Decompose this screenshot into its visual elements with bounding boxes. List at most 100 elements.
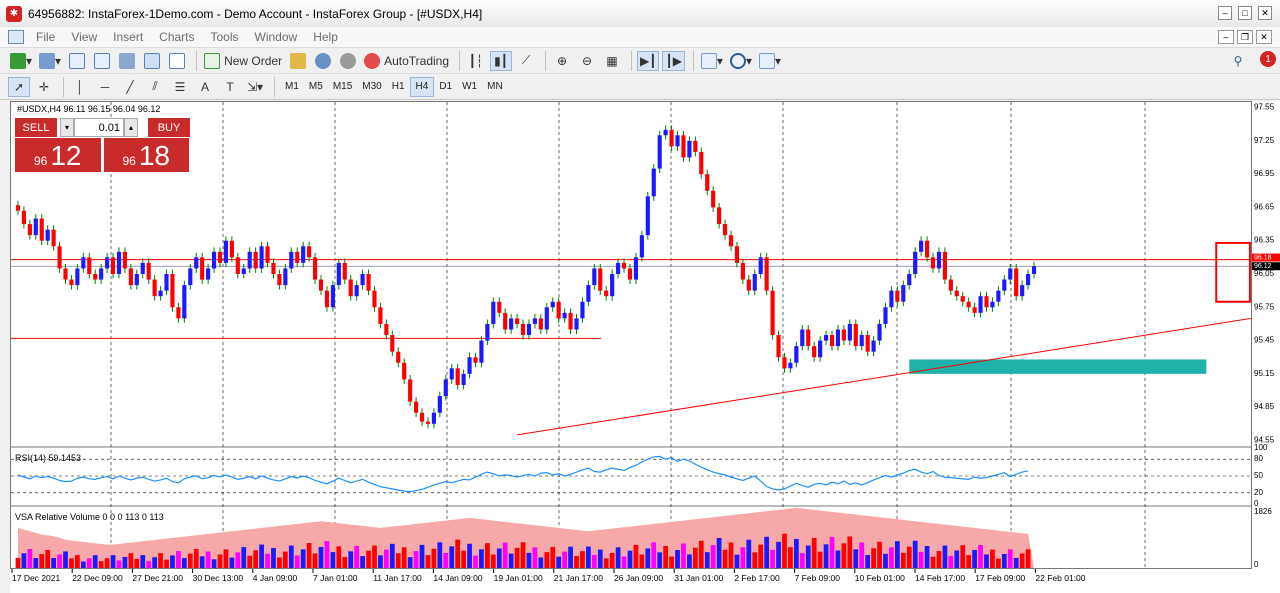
auto-scroll-icon[interactable]: ▶┃	[637, 50, 660, 71]
candle-body	[526, 323, 532, 336]
navigator-icon[interactable]	[116, 51, 138, 71]
candle-body	[687, 140, 692, 158]
volume-bar	[389, 543, 395, 568]
candle-body	[277, 274, 282, 286]
new-order-label: New Order	[224, 53, 283, 68]
menu-charts[interactable]: Charts	[151, 30, 202, 44]
volume-bar	[241, 547, 247, 568]
lot-decrease-icon[interactable]: ▾	[60, 118, 74, 137]
templates-icon[interactable]: ▾	[757, 51, 783, 71]
chart-area[interactable]: #USDX,H4 96.11 96.15 96.04 96.12 RSI(14)…	[10, 101, 1252, 569]
mdi-minimize-icon[interactable]: –	[1218, 30, 1234, 44]
candle-body	[330, 285, 335, 308]
volume-bar	[984, 554, 989, 568]
timeframe-m30[interactable]: M30	[357, 77, 386, 97]
candle-body	[550, 301, 555, 308]
bar-chart-icon[interactable]: ┃┆	[465, 51, 487, 71]
price-tick-label: 97.25	[1254, 136, 1275, 145]
strategy-tester-icon[interactable]	[166, 51, 188, 71]
volume-label: VSA Relative Volume 0 0 0 113 0 113	[15, 512, 164, 522]
buy-price-button[interactable]: 96 18	[103, 138, 189, 172]
maximize-icon[interactable]: □	[1238, 6, 1252, 20]
minimize-icon[interactable]: –	[1218, 6, 1232, 20]
timeframe-mn[interactable]: MN	[482, 77, 508, 97]
candle-body	[229, 240, 234, 258]
volume-bar	[473, 555, 478, 568]
menu-tools[interactable]: Tools	[203, 30, 247, 44]
candle-body	[936, 251, 942, 269]
zoom-out-icon[interactable]: ⊖	[576, 51, 598, 71]
text-icon[interactable]: A	[194, 77, 216, 97]
autotrading-button[interactable]: AutoTrading	[362, 51, 451, 71]
sell-button[interactable]: SELL	[15, 118, 57, 137]
volume-bar	[490, 554, 496, 568]
arrows-icon[interactable]: ⇲▾	[244, 77, 266, 97]
cursor-icon[interactable]: ➚	[8, 76, 30, 97]
timeframe-d1[interactable]: D1	[434, 77, 457, 97]
candle-body	[699, 151, 704, 175]
mdi-close-icon[interactable]: ✕	[1256, 30, 1272, 44]
metaeditor-icon[interactable]	[287, 51, 309, 71]
volume-bar	[782, 533, 787, 568]
candle-body	[538, 318, 543, 330]
vertical-line-icon[interactable]: │	[69, 77, 91, 97]
timeframe-m15[interactable]: M15	[328, 77, 357, 97]
timeframe-m5[interactable]: M5	[304, 77, 328, 97]
candle-body	[15, 205, 21, 211]
close-icon[interactable]: ✕	[1258, 6, 1272, 20]
timeframe-h1[interactable]: H1	[387, 77, 410, 97]
candle-body	[841, 329, 846, 341]
sell-price-button[interactable]: 96 12	[15, 138, 101, 172]
crosshair-icon[interactable]: ✛	[33, 77, 55, 97]
terminal-icon[interactable]	[141, 51, 163, 71]
mdi-restore-icon[interactable]: ❐	[1237, 30, 1253, 44]
zoom-in-icon[interactable]: ⊕	[551, 51, 573, 71]
menu-insert[interactable]: Insert	[105, 30, 151, 44]
candle-body	[384, 323, 389, 336]
volume-tick-label: 0	[1254, 560, 1259, 569]
timeframe-h4[interactable]: H4	[409, 76, 435, 97]
volume-bar	[574, 555, 579, 568]
lot-increase-icon[interactable]: ▴	[124, 118, 138, 137]
new-order-button[interactable]: New Order	[202, 51, 284, 71]
trendline-icon[interactable]: ╱	[119, 77, 141, 97]
fibonacci-icon[interactable]: ☰	[169, 77, 191, 97]
equidistant-channel-icon[interactable]: ⫽	[144, 77, 166, 97]
timeframe-w1[interactable]: W1	[457, 77, 482, 97]
candlestick-chart-icon[interactable]: ▮┃	[490, 50, 513, 71]
support-zone-rectangle	[909, 359, 1207, 374]
profiles-icon[interactable]: ▾	[37, 51, 63, 71]
candle-body	[396, 351, 401, 363]
buy-button[interactable]: BUY	[148, 118, 190, 137]
candle-body	[211, 251, 217, 269]
volume-bar	[259, 544, 264, 568]
notification-badge[interactable]: 1	[1260, 51, 1276, 67]
market-icon[interactable]	[337, 51, 359, 71]
line-chart-icon[interactable]: ⟋	[515, 51, 537, 71]
candle-body	[271, 262, 276, 274]
chart-canvas[interactable]	[11, 102, 1251, 568]
timeframe-m1[interactable]: M1	[280, 77, 304, 97]
volume-bar	[645, 548, 651, 568]
menu-file[interactable]: File	[28, 30, 63, 44]
new-chart-icon[interactable]: ▾	[8, 51, 34, 71]
horizontal-line-icon[interactable]: ─	[94, 77, 116, 97]
candle-body	[782, 357, 787, 369]
periods-icon[interactable]: ▾	[728, 51, 754, 71]
search-icon[interactable]: ⚲	[1227, 51, 1249, 71]
lot-size-input[interactable]: 0.01	[74, 118, 124, 137]
signals-icon[interactable]	[312, 51, 334, 71]
chart-shift-icon[interactable]: ┃▶	[662, 50, 685, 71]
market-watch-icon[interactable]	[66, 51, 88, 71]
text-label-icon[interactable]: T	[219, 77, 241, 97]
menu-help[interactable]: Help	[305, 30, 346, 44]
candle-body	[794, 346, 799, 363]
menu-window[interactable]: Window	[247, 30, 306, 44]
tile-windows-icon[interactable]: ▦	[601, 51, 623, 71]
volume-bar	[954, 550, 960, 568]
volume-bar	[990, 549, 995, 568]
indicators-icon[interactable]: ▾	[699, 51, 725, 71]
data-window-icon[interactable]	[91, 51, 113, 71]
menu-view[interactable]: View	[63, 30, 105, 44]
volume-bar	[110, 555, 116, 568]
